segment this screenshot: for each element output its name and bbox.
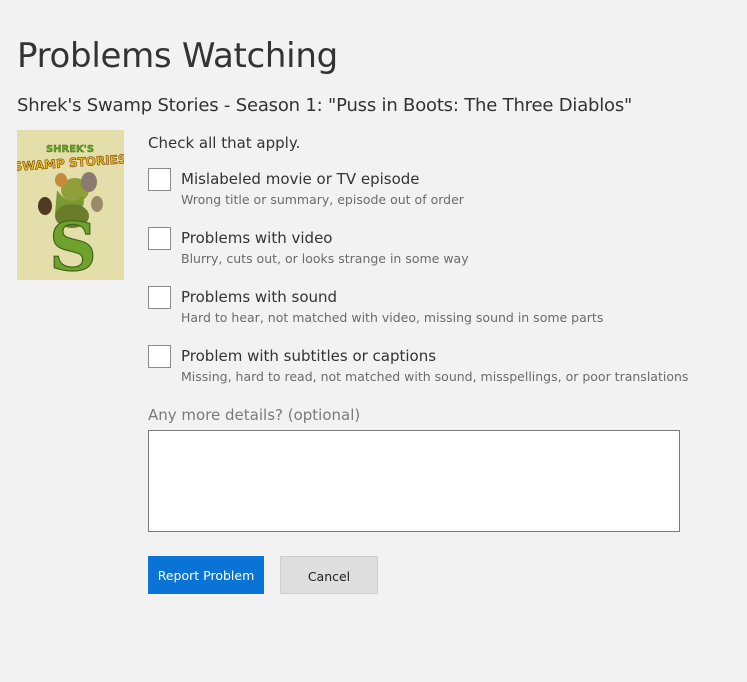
option-description: Blurry, cuts out, or looks strange in so… xyxy=(181,251,469,266)
option-description: Wrong title or summary, episode out of o… xyxy=(181,192,464,207)
cancel-button[interactable]: Cancel xyxy=(280,556,378,594)
show-poster: SHREK'S SWAMP STORIES S xyxy=(17,130,124,280)
details-label: Any more details? (optional) xyxy=(148,406,361,424)
poster-title-line-1: SHREK'S xyxy=(46,144,94,155)
checkbox-video[interactable] xyxy=(148,227,171,250)
details-textarea[interactable] xyxy=(148,430,680,532)
episode-title: Shrek's Swamp Stories - Season 1: "Puss … xyxy=(17,95,633,116)
report-problem-button[interactable]: Report Problem xyxy=(148,556,264,594)
problems-watching-page: Problems Watching Shrek's Swamp Stories … xyxy=(0,0,747,682)
checkbox-sound[interactable] xyxy=(148,286,171,309)
checkbox-subtitles[interactable] xyxy=(148,345,171,368)
checkbox-mislabeled[interactable] xyxy=(148,168,171,191)
option-label: Problem with subtitles or captions xyxy=(181,347,437,365)
poster-art: SHREK'S SWAMP STORIES S xyxy=(17,130,124,280)
option-label: Problems with video xyxy=(181,229,333,247)
option-description: Missing, hard to read, not matched with … xyxy=(181,369,689,384)
poster-letter: S xyxy=(49,208,97,280)
page-title: Problems Watching xyxy=(17,36,338,76)
option-label: Problems with sound xyxy=(181,288,338,306)
instructions-text: Check all that apply. xyxy=(148,134,301,152)
option-label: Mislabeled movie or TV episode xyxy=(181,170,420,188)
option-description: Hard to hear, not matched with video, mi… xyxy=(181,310,604,325)
